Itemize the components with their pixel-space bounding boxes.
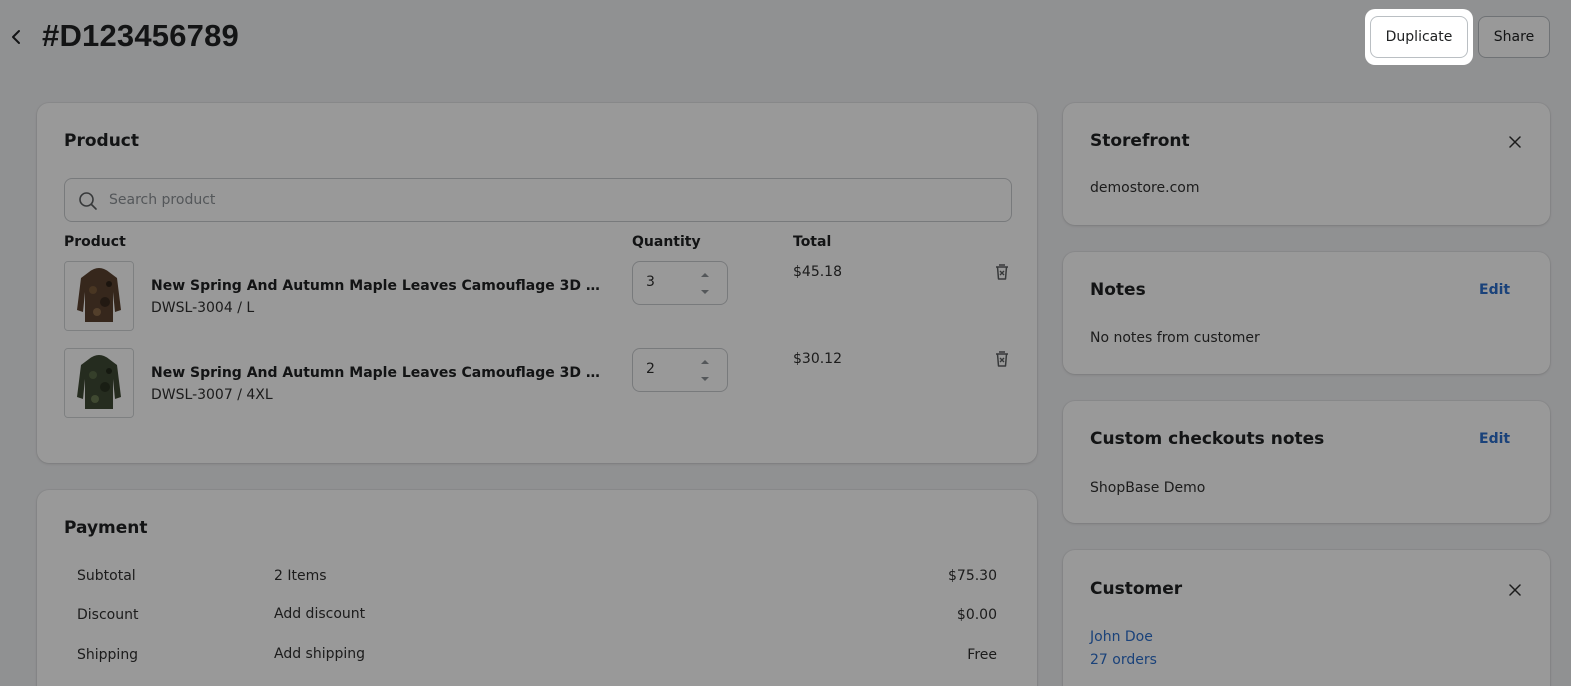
shipping-label: Shipping — [77, 647, 139, 663]
share-button[interactable]: Share — [1478, 16, 1550, 58]
customer-orders-link[interactable]: 27 orders — [1090, 652, 1157, 668]
column-header-total: Total — [793, 234, 832, 250]
discount-label: Discount — [77, 607, 139, 623]
chevron-left-icon[interactable] — [6, 26, 26, 48]
payment-card-title: Payment — [64, 518, 148, 538]
storefront-card: Storefront demostore.com — [1063, 103, 1550, 225]
subtotal-label: Subtotal — [77, 568, 136, 584]
product-thumbnail[interactable] — [64, 261, 134, 331]
quantity-arrows — [695, 354, 715, 386]
subtotal-value: $75.30 — [948, 568, 997, 584]
search-product-box[interactable] — [64, 178, 1012, 222]
subtotal-items: 2 Items — [274, 568, 327, 584]
page-title: #D123456789 — [42, 18, 239, 53]
shipping-value: Free — [967, 647, 997, 663]
search-product-input[interactable] — [109, 179, 989, 221]
draft-order-page: #D123456789 Duplicate Share Product Prod… — [0, 0, 1571, 686]
add-discount-link[interactable]: Add discount — [274, 606, 365, 622]
increment-icon[interactable] — [695, 267, 715, 282]
quantity-arrows — [695, 267, 715, 299]
increment-icon[interactable] — [695, 354, 715, 369]
search-icon — [78, 191, 98, 211]
product-total: $45.18 — [793, 264, 842, 280]
edit-custom-notes-link[interactable]: Edit — [1479, 431, 1510, 447]
customer-card: Customer John Doe 27 orders — [1063, 550, 1550, 686]
payment-card: Payment Subtotal 2 Items $75.30 Discount… — [37, 490, 1037, 686]
notes-card: Notes Edit No notes from customer — [1063, 252, 1550, 374]
product-name[interactable]: New Spring And Autumn Maple Leaves Camou… — [151, 365, 603, 381]
column-header-product: Product — [64, 234, 126, 250]
product-card: Product Product Quantity Total New Sprin… — [37, 103, 1037, 463]
decrement-icon[interactable] — [695, 371, 715, 386]
quantity-stepper[interactable]: 2 — [632, 348, 728, 392]
close-icon[interactable] — [1507, 134, 1523, 150]
duplicate-button-highlighted[interactable]: Duplicate — [1370, 16, 1468, 58]
custom-checkout-notes-card: Custom checkouts notes Edit ShopBase Dem… — [1063, 401, 1550, 523]
product-name[interactable]: New Spring And Autumn Maple Leaves Camou… — [151, 278, 603, 294]
notes-card-title: Notes — [1090, 280, 1146, 300]
product-card-title: Product — [64, 131, 139, 151]
quantity-value[interactable]: 3 — [646, 274, 655, 290]
column-header-quantity: Quantity — [632, 234, 701, 250]
product-sku: DWSL-3007 / 4XL — [151, 387, 273, 403]
quantity-value[interactable]: 2 — [646, 361, 655, 377]
storefront-card-title: Storefront — [1090, 131, 1190, 151]
custom-notes-text: ShopBase Demo — [1090, 480, 1206, 496]
storefront-domain: demostore.com — [1090, 180, 1200, 196]
close-icon[interactable] — [1507, 582, 1523, 598]
add-shipping-link[interactable]: Add shipping — [274, 646, 365, 662]
discount-value: $0.00 — [956, 607, 997, 623]
quantity-stepper[interactable]: 3 — [632, 261, 728, 305]
product-total: $30.12 — [793, 351, 842, 367]
trash-icon[interactable] — [992, 348, 1012, 370]
custom-notes-card-title: Custom checkouts notes — [1090, 429, 1325, 449]
notes-text: No notes from customer — [1090, 330, 1260, 346]
trash-icon[interactable] — [992, 261, 1012, 283]
product-sku: DWSL-3004 / L — [151, 300, 255, 316]
customer-name-link[interactable]: John Doe — [1090, 629, 1153, 645]
decrement-icon[interactable] — [695, 284, 715, 299]
customer-card-title: Customer — [1090, 579, 1183, 599]
product-thumbnail[interactable] — [64, 348, 134, 418]
edit-notes-link[interactable]: Edit — [1479, 282, 1510, 298]
